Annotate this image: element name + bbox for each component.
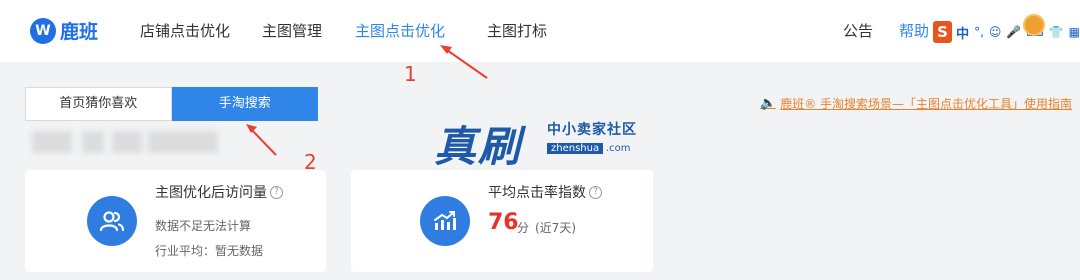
annotation-arrow-1 <box>440 45 488 79</box>
annotation-arrows <box>246 45 488 156</box>
annotation-arrow-2 <box>246 124 277 156</box>
